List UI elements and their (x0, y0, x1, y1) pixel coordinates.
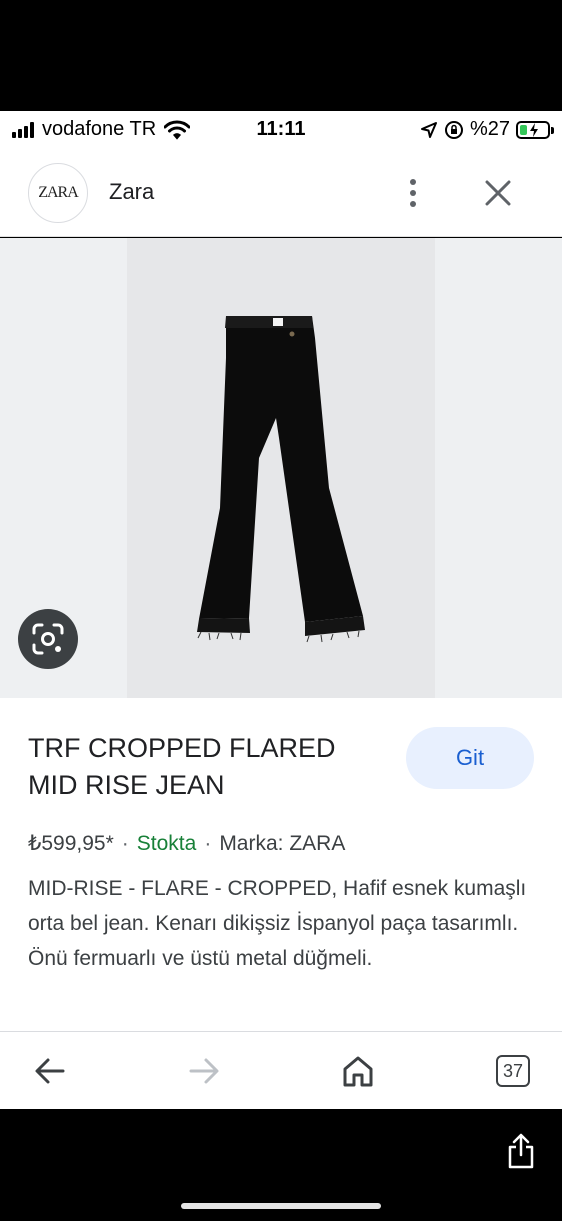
battery-icon (516, 120, 554, 139)
battery-percent: %27 (469, 118, 510, 140)
product-details: TRF CROPPED FLARED MID RISE JEAN Git ₺59… (0, 698, 562, 1031)
site-name: Zara (109, 179, 155, 204)
home-icon[interactable] (338, 1051, 378, 1091)
brand: Marka: ZARA (219, 832, 346, 855)
location-icon (420, 121, 437, 138)
bottom-bezel (0, 1109, 562, 1221)
product-title: TRF CROPPED FLARED MID RISE JEAN (28, 733, 336, 800)
bottom-toolbar: 37 (0, 1031, 562, 1109)
site-logo: ZARA (28, 163, 88, 223)
orientation-lock-icon (444, 120, 463, 139)
browser-header: ZARA Zara (0, 149, 562, 237)
price: ₺599,95* (28, 832, 114, 855)
close-icon[interactable] (478, 173, 518, 213)
home-indicator[interactable] (181, 1203, 381, 1209)
forward-arrow-icon[interactable] (184, 1051, 224, 1091)
back-arrow-icon[interactable] (30, 1051, 70, 1091)
separator: · (204, 832, 212, 855)
tabs-icon[interactable]: 37 (493, 1051, 533, 1091)
jeans-picture (197, 316, 365, 643)
top-bezel (0, 0, 562, 111)
image-area (0, 238, 562, 698)
product-description: MID-RISE - FLARE - CROPPED, Hafif esnek … (28, 877, 527, 970)
status-right: %27 (420, 118, 554, 141)
product-meta: ₺599,95* · Stokta · Marka: ZARA (28, 831, 345, 856)
status-bar: vodafone TR 11:11 %27 (0, 111, 562, 149)
tab-count: 37 (496, 1055, 530, 1087)
share-icon[interactable] (505, 1131, 537, 1171)
product-image[interactable] (127, 238, 435, 698)
more-vert-icon[interactable] (398, 173, 428, 213)
separator: · (121, 832, 129, 855)
google-lens-icon[interactable] (18, 609, 78, 669)
stock-status: Stokta (136, 832, 197, 855)
go-button[interactable]: Git (406, 727, 534, 789)
